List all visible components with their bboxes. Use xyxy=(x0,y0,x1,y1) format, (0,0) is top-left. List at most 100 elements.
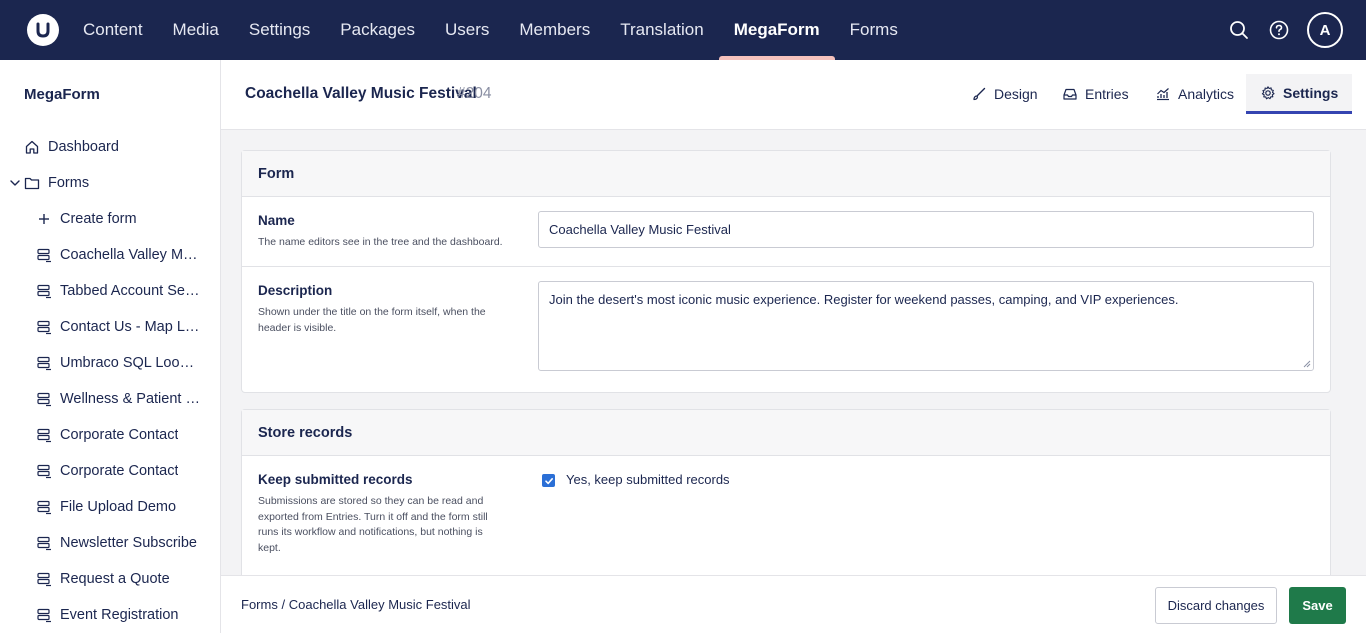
sidebar-item-label: File Upload Demo xyxy=(60,499,177,515)
tab-entries[interactable]: Entries xyxy=(1062,74,1129,114)
box-header: Store records xyxy=(242,410,1330,456)
form-icon xyxy=(36,247,52,263)
nav-media[interactable]: Media xyxy=(158,0,234,60)
sidebar-item-form[interactable]: Newsletter Subscribe xyxy=(0,525,220,561)
workspace-footer: Forms / Coachella Valley Music Festival … xyxy=(221,575,1366,633)
property-keep-records: Keep submitted records Submissions are s… xyxy=(242,456,1330,572)
sidebar-item-label: Event Registration xyxy=(60,607,179,623)
description-text: Join the desert's most iconic music expe… xyxy=(549,292,1179,307)
sidebar-item-form[interactable]: Coachella Valley Music Festival xyxy=(0,237,220,273)
sidebar-item-label: Contact Us - Map Layout xyxy=(60,319,200,335)
chevron-down-icon[interactable] xyxy=(8,176,22,190)
sidebar-item-form[interactable]: Contact Us - Map Layout xyxy=(0,309,220,345)
nav-translation[interactable]: Translation xyxy=(605,0,718,60)
sidebar-item-label: Coachella Valley Music Festival xyxy=(60,247,200,263)
user-avatar[interactable]: A xyxy=(1307,12,1343,48)
umbraco-logo-icon[interactable] xyxy=(27,14,59,46)
plus-icon xyxy=(36,211,52,227)
name-input[interactable]: Coachella Valley Music Festival xyxy=(538,211,1314,248)
sidebar-item-label: Corporate Contact xyxy=(60,463,179,479)
resize-handle-icon[interactable] xyxy=(1303,360,1311,368)
property-description-field: Description Shown under the title on the… xyxy=(242,267,1330,392)
folder-icon xyxy=(24,175,40,191)
sidebar-item-form[interactable]: Event Registration xyxy=(0,597,220,633)
box-header: Form xyxy=(242,151,1330,197)
tab-label: Analytics xyxy=(1178,86,1235,102)
gear-icon xyxy=(1260,85,1276,101)
nav-forms[interactable]: Forms xyxy=(835,0,913,60)
tab-design[interactable]: Design xyxy=(971,74,1038,114)
form-icon xyxy=(36,427,52,443)
page-title: Coachella Valley Music Festival xyxy=(245,85,477,102)
sidebar: MegaForm Dashboard Forms Create form Coa… xyxy=(0,60,221,633)
nav-members[interactable]: Members xyxy=(504,0,605,60)
nav-settings[interactable]: Settings xyxy=(234,0,325,60)
form-icon xyxy=(36,319,52,335)
tab-settings[interactable]: Settings xyxy=(1246,74,1353,114)
sidebar-item-create-form[interactable]: Create form xyxy=(0,201,220,237)
tab-label: Design xyxy=(994,86,1038,102)
breadcrumb-separator: / xyxy=(281,597,286,612)
property-label: Description xyxy=(258,283,333,298)
sidebar-item-label: Wellness & Patient Intake xyxy=(60,391,200,407)
nav-packages[interactable]: Packages xyxy=(325,0,430,60)
sidebar-item-label: Corporate Contact xyxy=(60,427,179,443)
form-icon xyxy=(36,499,52,515)
form-icon xyxy=(36,463,52,479)
home-icon xyxy=(24,139,40,155)
section-nav: Content Media Settings Packages Users Me… xyxy=(68,0,913,60)
property-description: Submissions are stored so they can be re… xyxy=(258,495,488,554)
form-icon xyxy=(36,391,52,407)
form-settings-box: Form Name The name editors see in the tr… xyxy=(241,150,1331,393)
sidebar-item-label: Dashboard xyxy=(48,139,119,155)
breadcrumb: Forms / Coachella Valley Music Festival xyxy=(241,597,471,612)
sidebar-item-label: Create form xyxy=(60,211,137,227)
tab-analytics[interactable]: Analytics xyxy=(1155,74,1234,114)
breadcrumb-root[interactable]: Forms xyxy=(241,597,278,612)
sidebar-item-dashboard[interactable]: Dashboard xyxy=(0,129,220,165)
sidebar-item-label: Forms xyxy=(48,175,90,191)
form-icon xyxy=(36,283,52,299)
keep-records-checkbox[interactable] xyxy=(542,474,555,487)
property-name: Name The name editors see in the tree an… xyxy=(242,197,1330,267)
help-icon[interactable] xyxy=(1267,18,1291,42)
property-description: Shown under the title on the form itself… xyxy=(258,306,486,334)
sidebar-item-form[interactable]: Wellness & Patient Intake xyxy=(0,381,220,417)
property-description: The name editors see in the tree and the… xyxy=(258,236,503,248)
top-navigation-bar: Content Media Settings Packages Users Me… xyxy=(0,0,1366,60)
sidebar-item-form[interactable]: Request a Quote xyxy=(0,561,220,597)
discard-changes-button[interactable]: Discard changes xyxy=(1155,587,1277,624)
breadcrumb-current: Coachella Valley Music Festival xyxy=(288,597,471,612)
sidebar-item-form[interactable]: Corporate Contact xyxy=(0,417,220,453)
checkbox-label[interactable]: Yes, keep submitted records xyxy=(566,472,730,487)
form-icon xyxy=(36,607,52,623)
workspace-header: Coachella Valley Music Festival #204 Des… xyxy=(221,60,1366,130)
tab-label: Entries xyxy=(1085,86,1129,102)
nav-users[interactable]: Users xyxy=(430,0,504,60)
settings-content: Form Name The name editors see in the tr… xyxy=(221,130,1366,575)
sidebar-item-form[interactable]: Corporate Contact xyxy=(0,453,220,489)
brush-icon xyxy=(971,86,987,102)
form-id: #204 xyxy=(457,85,492,102)
sidebar-item-form[interactable]: Umbraco SQL Lookup xyxy=(0,345,220,381)
sidebar-item-form[interactable]: Tabbed Account Settings xyxy=(0,273,220,309)
description-textarea[interactable]: Join the desert's most iconic music expe… xyxy=(538,281,1314,371)
sidebar-item-form[interactable]: File Upload Demo xyxy=(0,489,220,525)
form-icon xyxy=(36,355,52,371)
nav-megaform[interactable]: MegaForm xyxy=(718,0,835,60)
sidebar-item-label: Umbraco SQL Lookup xyxy=(60,355,200,371)
sidebar-item-label: Tabbed Account Settings xyxy=(60,283,200,299)
property-label: Keep submitted records xyxy=(258,472,413,487)
search-icon[interactable] xyxy=(1227,18,1251,42)
sidebar-item-label: Newsletter Subscribe xyxy=(60,535,197,551)
nav-content[interactable]: Content xyxy=(68,0,158,60)
store-records-box: Store records Keep submitted records Sub… xyxy=(241,409,1331,575)
sidebar-item-label: Request a Quote xyxy=(60,571,170,587)
chart-icon xyxy=(1155,86,1171,102)
sidebar-title: MegaForm xyxy=(24,86,100,103)
sidebar-item-forms-folder[interactable]: Forms xyxy=(0,165,220,201)
form-icon xyxy=(36,571,52,587)
form-icon xyxy=(36,535,52,551)
save-button[interactable]: Save xyxy=(1289,587,1346,624)
inbox-icon xyxy=(1062,86,1078,102)
